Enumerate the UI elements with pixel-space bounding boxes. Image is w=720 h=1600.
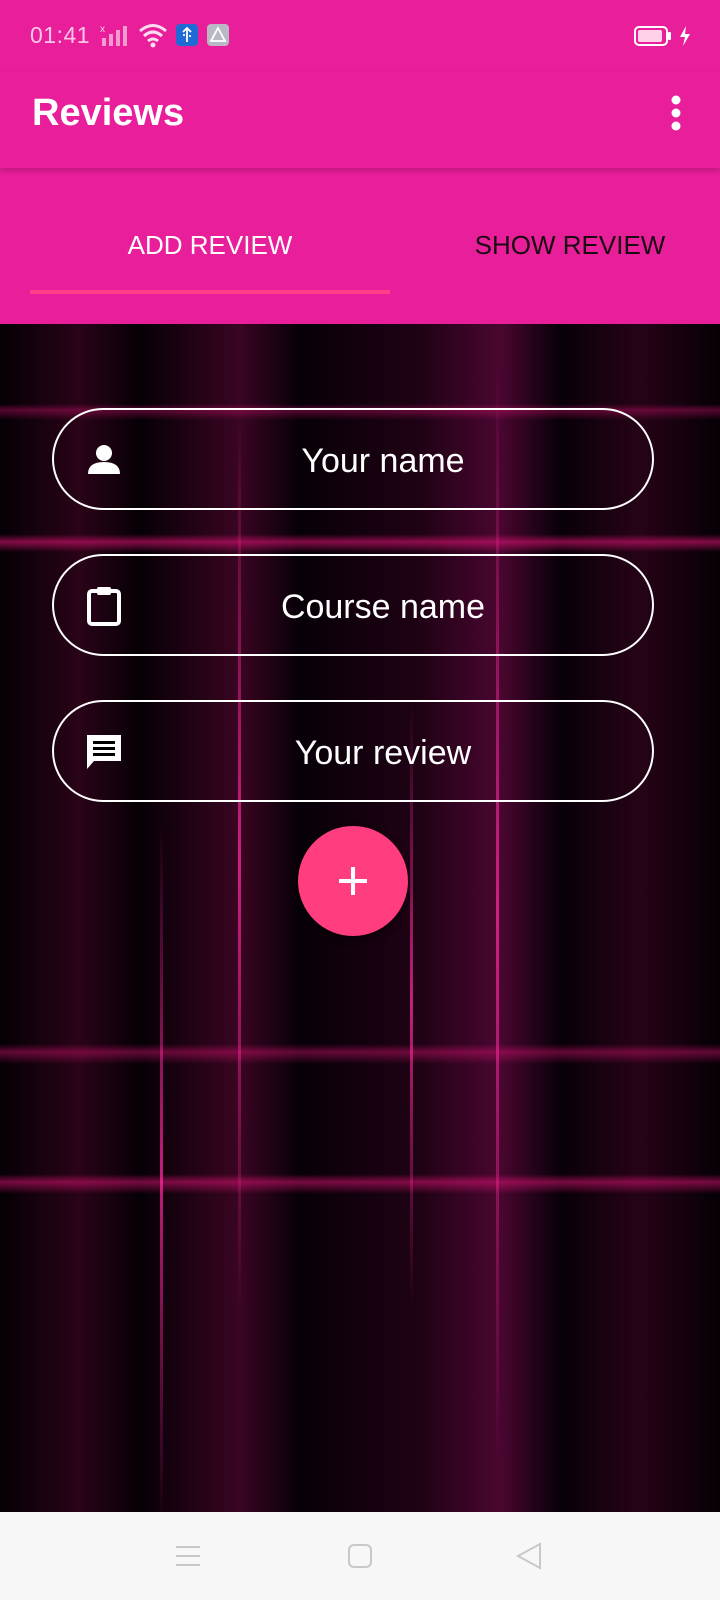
usb-icon xyxy=(176,24,198,46)
system-nav-bar xyxy=(0,1512,720,1600)
svg-text:x: x xyxy=(100,24,105,35)
chat-icon xyxy=(87,735,121,769)
plus-icon xyxy=(339,867,367,895)
status-time: 01:41 xyxy=(30,22,91,48)
home-square-icon[interactable] xyxy=(342,1538,378,1574)
tab-show-review[interactable]: SHOW REVIEW xyxy=(420,230,720,261)
status-bar: 01:41 x xyxy=(0,0,720,72)
battery-icon xyxy=(634,26,671,46)
course-input[interactable] xyxy=(154,580,612,634)
tab-bar: ADD REVIEW SHOW REVIEW xyxy=(0,168,720,324)
signal-icon: x xyxy=(100,24,127,46)
review-field[interactable] xyxy=(52,700,654,802)
charging-icon xyxy=(680,26,690,46)
back-triangle-icon[interactable] xyxy=(512,1538,548,1574)
app-bar: Reviews xyxy=(0,72,720,168)
background-streak xyxy=(496,364,499,1464)
wifi-icon xyxy=(139,24,167,48)
drive-icon xyxy=(207,24,229,46)
course-field[interactable] xyxy=(52,554,654,656)
add-review-button[interactable] xyxy=(298,826,408,936)
name-input[interactable] xyxy=(154,434,612,488)
menu-icon[interactable] xyxy=(170,1538,206,1574)
person-icon xyxy=(88,445,120,474)
clipboard-icon xyxy=(87,587,121,626)
review-form-area xyxy=(0,324,720,1512)
page-title: Reviews xyxy=(32,92,185,134)
background-streak xyxy=(238,414,241,1314)
more-vert-icon[interactable] xyxy=(658,94,694,142)
background-streak xyxy=(160,824,163,1512)
name-field[interactable] xyxy=(52,408,654,510)
review-input[interactable] xyxy=(154,726,612,780)
tab-indicator xyxy=(30,290,390,294)
tab-add-review[interactable]: ADD REVIEW xyxy=(0,230,420,261)
